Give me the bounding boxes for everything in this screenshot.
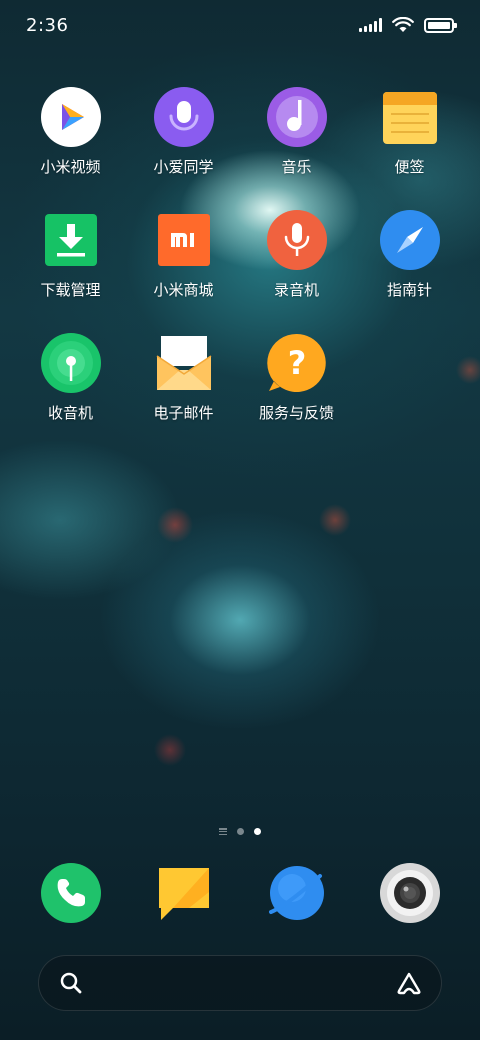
app-label: 电子邮件 <box>153 404 214 422</box>
page-list-icon[interactable] <box>219 828 227 835</box>
app-notes[interactable]: 便签 <box>353 86 466 177</box>
browser-icon[interactable] <box>266 862 328 924</box>
app-label: 音乐 <box>281 158 312 176</box>
mi-store-icon[interactable] <box>153 209 215 271</box>
app-label: 服务与反馈 <box>258 404 334 422</box>
search-icon[interactable] <box>59 971 83 995</box>
app-label: 指南针 <box>386 281 432 299</box>
mi-video-icon[interactable] <box>40 86 102 148</box>
app-grid: 小米视频 小爱同学 音乐 便签 下载管理 小米商城 录音机 指南针 收音机 电子… <box>14 86 466 423</box>
signal-icon <box>359 18 382 32</box>
messages-icon[interactable] <box>153 862 215 924</box>
download-icon[interactable] <box>40 209 102 271</box>
camera-icon[interactable] <box>379 862 441 924</box>
app-mi-store[interactable]: 小米商城 <box>127 209 240 300</box>
radio-icon[interactable] <box>40 332 102 394</box>
compass-icon[interactable] <box>379 209 441 271</box>
assistant-icon[interactable] <box>395 971 423 995</box>
status-time: 2:36 <box>26 14 69 36</box>
phone-icon[interactable] <box>40 862 102 924</box>
music-icon[interactable] <box>266 86 328 148</box>
battery-icon <box>424 17 457 33</box>
app-feedback[interactable]: ? 服务与反馈 <box>240 332 353 423</box>
email-icon[interactable] <box>153 332 215 394</box>
page-dot-active[interactable] <box>254 828 261 835</box>
app-email[interactable]: 电子邮件 <box>127 332 240 423</box>
app-mi-video[interactable]: 小米视频 <box>14 86 127 177</box>
page-dot[interactable] <box>237 828 244 835</box>
app-xiaoai[interactable]: 小爱同学 <box>127 86 240 177</box>
app-label: 小爱同学 <box>153 158 214 176</box>
app-label: 收音机 <box>47 404 93 422</box>
app-compass[interactable]: 指南针 <box>353 209 466 300</box>
xiaoai-icon[interactable] <box>153 86 215 148</box>
app-radio[interactable]: 收音机 <box>14 332 127 423</box>
search-bar[interactable] <box>38 955 442 1011</box>
status-icons <box>359 17 457 33</box>
svg-text:?: ? <box>287 344 306 382</box>
app-label: 小米视频 <box>40 158 101 176</box>
app-label: 小米商城 <box>153 281 214 299</box>
notes-icon[interactable] <box>379 86 441 148</box>
wifi-icon <box>392 17 414 32</box>
status-bar: 2:36 <box>0 0 480 50</box>
recorder-icon[interactable] <box>266 209 328 271</box>
feedback-icon[interactable]: ? <box>266 332 328 394</box>
page-indicator <box>0 828 480 835</box>
app-label: 便签 <box>394 158 425 176</box>
app-music[interactable]: 音乐 <box>240 86 353 177</box>
app-recorder[interactable]: 录音机 <box>240 209 353 300</box>
app-downloads[interactable]: 下载管理 <box>14 209 127 300</box>
app-label: 录音机 <box>273 281 319 299</box>
app-label: 下载管理 <box>40 281 101 299</box>
dock <box>14 862 466 924</box>
